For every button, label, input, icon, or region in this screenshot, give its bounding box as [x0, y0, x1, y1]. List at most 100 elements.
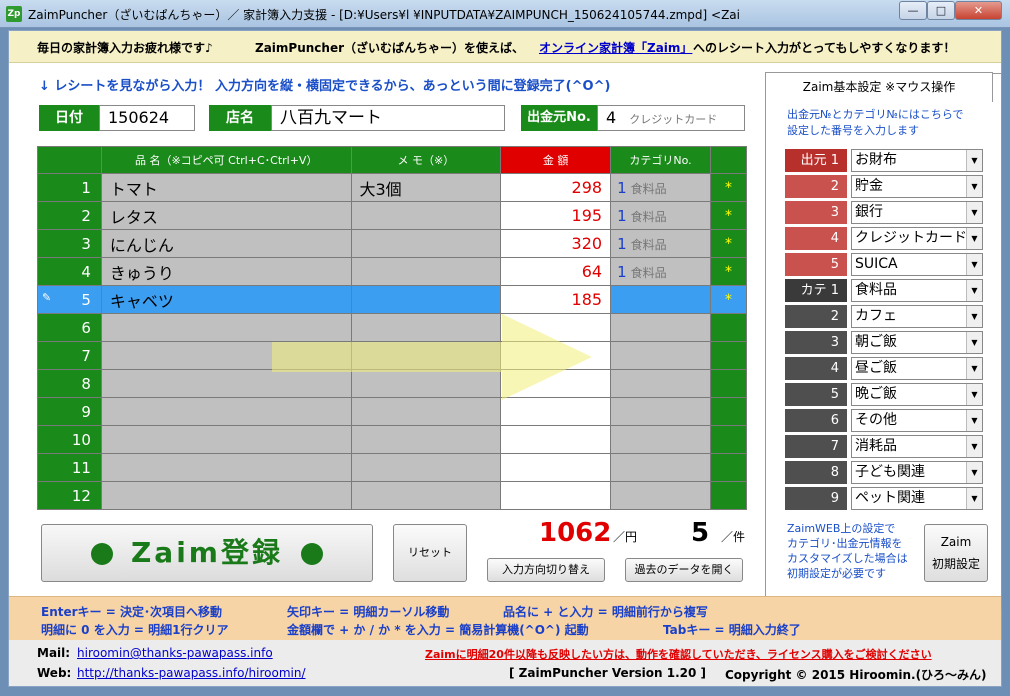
- amount-cell[interactable]: [500, 453, 612, 482]
- chevron-down-icon[interactable]: ▼: [966, 332, 982, 353]
- name-cell[interactable]: [100, 453, 352, 482]
- memo-cell[interactable]: [350, 481, 502, 510]
- chevron-down-icon[interactable]: ▼: [966, 358, 982, 379]
- direction-toggle-button[interactable]: 入力方向切り替え: [487, 558, 605, 582]
- amount-cell[interactable]: 64: [500, 257, 612, 286]
- category-select[interactable]: カフェ ▼: [851, 305, 983, 328]
- chevron-down-icon[interactable]: ▼: [966, 228, 982, 249]
- mail-link[interactable]: hiroomin@thanks-pawapass.info: [77, 646, 273, 660]
- category-select[interactable]: 晩ご飯 ▼: [851, 383, 983, 406]
- source-select[interactable]: 銀行 ▼: [851, 201, 983, 224]
- amount-cell[interactable]: [500, 313, 612, 342]
- source-select[interactable]: クレジットカード ▼: [851, 227, 983, 250]
- table-row[interactable]: 12: [37, 481, 747, 510]
- category-cell[interactable]: 1 食料品: [610, 201, 711, 230]
- amount-cell[interactable]: [500, 369, 612, 398]
- minimize-button[interactable]: —: [899, 1, 927, 20]
- license-notice[interactable]: Zaimに明細20件以降も反映したい方は、動作を確認していただき、ライセンス購入…: [425, 646, 932, 662]
- table-row[interactable]: 1 トマト 大3個 298 1 食料品 *: [37, 173, 747, 202]
- name-cell[interactable]: [100, 425, 352, 454]
- memo-cell[interactable]: [350, 257, 502, 286]
- amount-cell[interactable]: 320: [500, 229, 612, 258]
- chevron-down-icon[interactable]: ▼: [966, 254, 982, 275]
- category-cell[interactable]: 1 食料品: [610, 173, 711, 202]
- chevron-down-icon[interactable]: ▼: [966, 384, 982, 405]
- amount-cell[interactable]: 185: [500, 285, 612, 314]
- name-cell[interactable]: [100, 341, 352, 370]
- maximize-button[interactable]: □: [927, 1, 955, 20]
- name-cell[interactable]: [100, 369, 352, 398]
- table-row[interactable]: 9: [37, 397, 747, 426]
- category-select[interactable]: ペット関連 ▼: [851, 487, 983, 510]
- close-button[interactable]: ✕: [955, 1, 1002, 20]
- name-cell[interactable]: きゅうり: [100, 257, 352, 286]
- chevron-down-icon[interactable]: ▼: [966, 176, 982, 197]
- source-field[interactable]: 4 クレジットカード: [597, 105, 745, 131]
- category-select[interactable]: その他 ▼: [851, 409, 983, 432]
- zaim-link[interactable]: オンライン家計簿「Zaim」: [539, 39, 692, 56]
- chevron-down-icon[interactable]: ▼: [966, 436, 982, 457]
- name-cell[interactable]: [100, 481, 352, 510]
- table-row[interactable]: 10: [37, 425, 747, 454]
- name-cell[interactable]: キャベツ: [100, 285, 352, 314]
- memo-cell[interactable]: [350, 453, 502, 482]
- amount-cell[interactable]: [500, 341, 612, 370]
- source-select[interactable]: SUICA ▼: [851, 253, 983, 276]
- category-cell[interactable]: [610, 453, 711, 482]
- name-cell[interactable]: [100, 397, 352, 426]
- table-row[interactable]: 11: [37, 453, 747, 482]
- table-row[interactable]: 2 レタス 195 1 食料品 *: [37, 201, 747, 230]
- chevron-down-icon[interactable]: ▼: [966, 462, 982, 483]
- category-select[interactable]: 昼ご飯 ▼: [851, 357, 983, 380]
- category-cell[interactable]: 1 食料品: [610, 257, 711, 286]
- reset-button[interactable]: リセット: [393, 524, 467, 582]
- amount-cell[interactable]: 195: [500, 201, 612, 230]
- open-history-button[interactable]: 過去のデータを開く: [625, 558, 743, 582]
- name-cell[interactable]: にんじん: [100, 229, 352, 258]
- chevron-down-icon[interactable]: ▼: [966, 202, 982, 223]
- memo-cell[interactable]: [350, 229, 502, 258]
- category-cell[interactable]: [610, 285, 711, 314]
- shop-field[interactable]: 八百九マート: [271, 105, 505, 131]
- chevron-down-icon[interactable]: ▼: [966, 306, 982, 327]
- memo-cell[interactable]: [350, 425, 502, 454]
- category-select[interactable]: 朝ご飯 ▼: [851, 331, 983, 354]
- date-field[interactable]: 150624: [99, 105, 195, 131]
- memo-cell[interactable]: 大3個: [350, 173, 502, 202]
- category-cell[interactable]: [610, 341, 711, 370]
- amount-cell[interactable]: [500, 481, 612, 510]
- table-row[interactable]: 7: [37, 341, 747, 370]
- category-cell[interactable]: [610, 425, 711, 454]
- name-cell[interactable]: [100, 313, 352, 342]
- name-cell[interactable]: トマト: [100, 173, 352, 202]
- table-row[interactable]: 3 にんじん 320 1 食料品 *: [37, 229, 747, 258]
- category-cell[interactable]: [610, 481, 711, 510]
- zaim-register-button[interactable]: Zaim登録: [41, 524, 373, 582]
- settings-tab[interactable]: Zaim基本設定 ※マウス操作: [765, 72, 993, 102]
- category-select[interactable]: 消耗品 ▼: [851, 435, 983, 458]
- category-cell[interactable]: [610, 313, 711, 342]
- table-row[interactable]: ✎ 5 キャベツ 185 *: [37, 285, 747, 314]
- memo-cell[interactable]: [350, 341, 502, 370]
- table-row[interactable]: 4 きゅうり 64 1 食料品 *: [37, 257, 747, 286]
- chevron-down-icon[interactable]: ▼: [966, 280, 982, 301]
- amount-cell[interactable]: [500, 425, 612, 454]
- category-cell[interactable]: [610, 369, 711, 398]
- category-select[interactable]: 食料品 ▼: [851, 279, 983, 302]
- category-cell[interactable]: [610, 397, 711, 426]
- zaim-init-button[interactable]: Zaim 初期設定: [924, 524, 988, 582]
- memo-cell[interactable]: [350, 313, 502, 342]
- chevron-down-icon[interactable]: ▼: [966, 488, 982, 509]
- source-select[interactable]: お財布 ▼: [851, 149, 983, 172]
- memo-cell[interactable]: [350, 285, 502, 314]
- name-cell[interactable]: レタス: [100, 201, 352, 230]
- source-select[interactable]: 貯金 ▼: [851, 175, 983, 198]
- table-row[interactable]: 8: [37, 369, 747, 398]
- category-cell[interactable]: 1 食料品: [610, 229, 711, 258]
- amount-cell[interactable]: 298: [500, 173, 612, 202]
- chevron-down-icon[interactable]: ▼: [966, 410, 982, 431]
- category-select[interactable]: 子ども関連 ▼: [851, 461, 983, 484]
- amount-cell[interactable]: [500, 397, 612, 426]
- memo-cell[interactable]: [350, 201, 502, 230]
- memo-cell[interactable]: [350, 397, 502, 426]
